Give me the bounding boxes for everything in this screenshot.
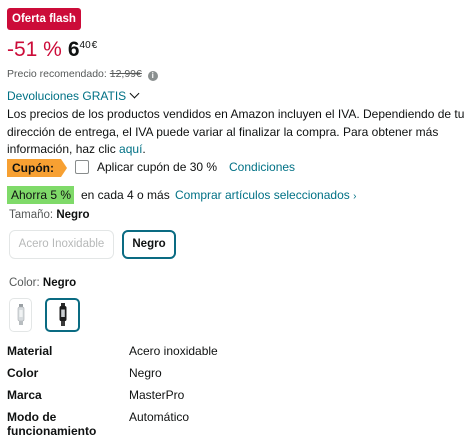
chevron-right-icon[interactable]: › (353, 191, 356, 202)
color-swatch-black[interactable] (45, 298, 80, 332)
apply-coupon-checkbox[interactable] (75, 160, 89, 174)
price-currency: € (91, 40, 98, 51)
color-swatch-stainless[interactable] (9, 298, 32, 332)
shop-selected-items-link[interactable]: Comprar artículos seleccionados › (175, 188, 356, 204)
recommended-price-value: 12,99€ (109, 68, 142, 80)
price-whole: 6 (67, 38, 80, 61)
spec-value: MasterPro (129, 388, 185, 402)
price-fraction: 40 (79, 40, 91, 51)
color-label-text: Color: (9, 277, 40, 289)
recommended-price-label: Precio recomendado: (7, 68, 107, 80)
free-returns-label[interactable]: Devoluciones GRATIS (7, 89, 126, 103)
coupon-tag: Cupón: (7, 159, 67, 177)
chevron-down-icon[interactable] (129, 88, 140, 99)
vat-notice-end: . (142, 142, 146, 156)
size-label-text: Tamaño: (9, 209, 54, 221)
shop-selected-items-label[interactable]: Comprar artículos seleccionados (175, 188, 350, 202)
spec-key: Marca (7, 388, 42, 402)
color-selected-value: Negro (42, 277, 77, 289)
size-selected-value: Negro (56, 209, 90, 221)
spec-value: Acero inoxidable (129, 344, 218, 358)
save-condition-text: en cada 4 o más (81, 188, 170, 202)
price-row: -51 % 640€ (7, 38, 97, 62)
info-icon[interactable]: i (147, 71, 158, 81)
spec-value: Automático (129, 410, 190, 424)
save-percent-tag: Ahorra 5 % (7, 186, 74, 204)
spec-key: Color (7, 366, 39, 380)
vat-info-link[interactable]: aquí (119, 142, 142, 156)
free-returns-link[interactable]: Devoluciones GRATIS (7, 88, 140, 103)
apply-coupon-label[interactable]: Aplicar cupón de 30 % (97, 160, 217, 175)
spec-key: Modo de funcionamiento (7, 410, 97, 438)
size-option-black[interactable]: Negro (122, 230, 176, 259)
spec-value: Negro (129, 366, 162, 380)
discount-percent: -51 % (7, 38, 62, 61)
flash-deal-badge: Oferta flash (7, 8, 81, 30)
product-thumbnail-steel (17, 304, 24, 325)
product-thumbnail-black (59, 303, 66, 326)
size-option-stainless-steel[interactable]: Acero Inoxidable (9, 230, 114, 259)
spec-key: Material (7, 344, 53, 358)
size-label: Tamaño: Negro (9, 208, 90, 222)
color-label: Color: Negro (9, 276, 76, 290)
vat-notice: Los precios de los productos vendidos en… (7, 106, 469, 159)
recommended-price: Precio recomendado: 12,99€ i (7, 68, 158, 81)
vat-notice-text: Los precios de los productos vendidos en… (7, 107, 465, 156)
coupon-conditions-link[interactable]: Condiciones (229, 160, 295, 175)
